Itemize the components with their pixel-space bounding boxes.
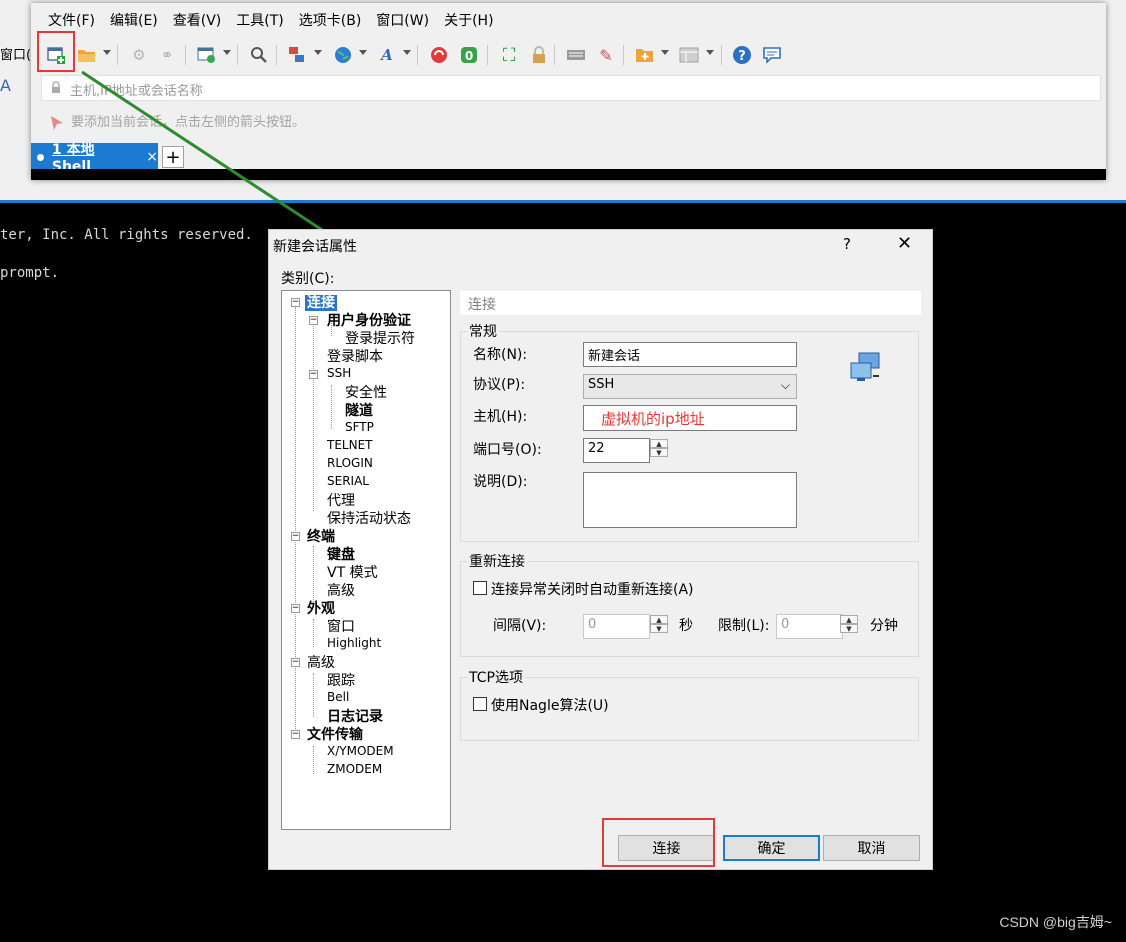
tcp-group-title: TCP选项 [467,667,525,687]
new-session-dialog: 新建会话属性 ? ✕ 类别(C): − 连接 − 用户身份验证 登录提示符 登录… [268,229,933,870]
auto-reconnect-label: 连接异常关闭时自动重新连接(A) [491,582,694,598]
reconnect-group [460,561,919,657]
nagle-label: 使用Nagle算法(U) [491,698,609,714]
limit-stepper[interactable]: ▲ ▼ [840,615,858,633]
interval-stepper[interactable]: ▲ ▼ [650,615,668,633]
tree-vt-mode[interactable]: VT 模式 [327,562,378,582]
tree-advanced[interactable]: 高级 [307,652,335,672]
tree-user-auth[interactable]: 用户身份验证 [327,310,411,330]
tree-logging[interactable]: 日志记录 [327,706,383,726]
host-label: 主机(H): [473,409,528,425]
dialog-title: 新建会话属性 [273,239,357,255]
host-input[interactable]: 虚拟机的ip地址 [583,405,797,431]
collapse-toggle[interactable]: − [291,658,300,667]
tree-highlight[interactable]: Highlight [327,636,381,650]
general-group-title: 常规 [467,321,499,341]
tree-bell[interactable]: Bell [327,690,349,704]
help-button[interactable]: ? [843,235,851,253]
close-button[interactable]: ✕ [897,233,912,254]
limit-input[interactable]: 0 [776,614,843,639]
tree-keepalive[interactable]: 保持活动状态 [327,508,411,528]
name-label: 名称(N): [473,347,528,363]
port-stepper[interactable]: ▲ ▼ [650,439,668,457]
tree-serial[interactable]: SERIAL [327,474,369,488]
interval-label: 间隔(V): [493,618,547,634]
description-label: 说明(D): [473,474,528,490]
tree-ssh[interactable]: SSH [327,366,351,380]
limit-label: 限制(L): [718,618,770,634]
tree-telnet[interactable]: TELNET [327,438,373,452]
name-input[interactable]: 新建会话 [583,342,797,367]
minutes-label: 分钟 [870,618,898,634]
tree-trace[interactable]: 跟踪 [327,670,355,690]
tree-sftp[interactable]: SFTP [345,420,374,434]
tree-tunnel[interactable]: 隧道 [345,400,373,420]
network-computers-icon [849,352,883,384]
interval-input[interactable]: 0 [583,614,650,639]
tree-appearance[interactable]: 外观 [307,598,335,618]
tree-window[interactable]: 窗口 [327,616,355,636]
ok-button[interactable]: 确定 [723,835,820,861]
watermark: CSDN @big吉姆~ [999,914,1112,930]
collapse-toggle[interactable]: − [291,604,300,613]
nagle-checkbox[interactable] [473,697,487,711]
chevron-down-icon: ⌵ [780,378,790,392]
protocol-label: 协议(P): [473,377,526,393]
tree-terminal[interactable]: 终端 [307,526,335,546]
tree-login-script[interactable]: 登录脚本 [327,346,383,366]
panel-header: 连接 [460,291,921,315]
protocol-select[interactable]: SSH ⌵ [583,374,797,399]
collapse-toggle[interactable]: − [291,730,300,739]
category-tree[interactable]: − 连接 − 用户身份验证 登录提示符 登录脚本 − SSH 安全性 隧道 SF… [281,290,451,830]
collapse-toggle[interactable]: − [291,298,300,307]
tree-zmodem[interactable]: ZMODEM [327,762,382,776]
reconnect-group-title: 重新连接 [467,551,527,571]
tree-connection[interactable]: 连接 [305,292,337,312]
collapse-toggle[interactable]: − [309,316,318,325]
collapse-toggle[interactable]: − [309,370,318,379]
tree-rlogin[interactable]: RLOGIN [327,456,373,470]
cancel-button[interactable]: 取消 [823,835,920,861]
tree-file-transfer[interactable]: 文件传输 [307,724,363,744]
port-label: 端口号(O): [473,442,542,458]
description-input[interactable] [583,472,797,528]
tree-xymodem[interactable]: X/YMODEM [327,744,394,758]
category-label: 类别(C): [281,271,335,287]
protocol-value: SSH [588,377,615,392]
tree-proxy[interactable]: 代理 [327,490,355,510]
tree-login-prompt[interactable]: 登录提示符 [345,328,415,348]
tree-keyboard[interactable]: 键盘 [327,544,355,564]
tree-security[interactable]: 安全性 [345,382,387,402]
seconds-label: 秒 [679,618,693,634]
auto-reconnect-checkbox[interactable] [473,581,487,595]
highlight-box [602,818,715,867]
tree-terminal-advanced[interactable]: 高级 [327,580,355,600]
collapse-toggle[interactable]: − [291,532,300,541]
port-input[interactable]: 22 [583,438,650,463]
